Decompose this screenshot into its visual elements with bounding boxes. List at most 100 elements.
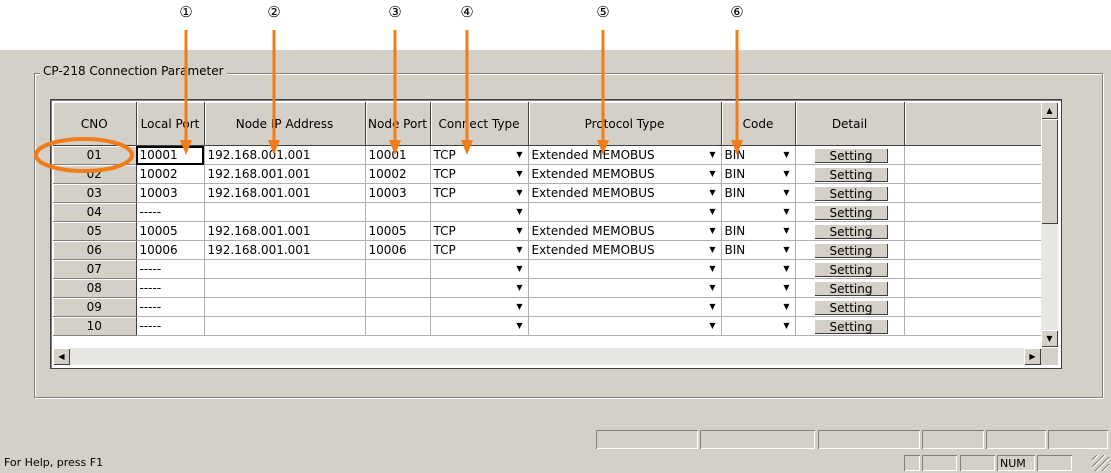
triangle-down-icon[interactable]: ▼ bbox=[513, 242, 527, 257]
node-port-cell[interactable] bbox=[365, 278, 431, 298]
triangle-down-icon[interactable]: ▼ bbox=[780, 318, 794, 333]
protocol-type-select[interactable]: ▼ bbox=[528, 259, 722, 279]
triangle-down-icon[interactable]: ▼ bbox=[513, 261, 527, 276]
triangle-down-icon[interactable]: ▼ bbox=[780, 166, 794, 181]
vertical-scrollbar[interactable]: ▲ ▼ bbox=[1041, 102, 1058, 347]
local-port-cell[interactable]: 10003 bbox=[136, 183, 205, 203]
local-port-cell[interactable]: ----- bbox=[136, 259, 205, 279]
code-select[interactable]: BIN ▼ bbox=[721, 240, 796, 260]
protocol-type-select[interactable]: ▼ bbox=[528, 202, 722, 222]
node-ip-address-cell[interactable] bbox=[204, 259, 366, 279]
protocol-type-select[interactable]: ▼ bbox=[528, 297, 722, 317]
connect-type-select[interactable]: TCP ▼ bbox=[430, 221, 529, 241]
setting-button[interactable]: Setting bbox=[814, 148, 888, 163]
triangle-down-icon[interactable]: ▼ bbox=[706, 242, 720, 257]
triangle-down-icon[interactable]: ▼ bbox=[513, 280, 527, 295]
node-ip-address-cell[interactable] bbox=[204, 297, 366, 317]
protocol-type-select[interactable]: Extended MEMOBUS ▼ bbox=[528, 240, 722, 260]
arrow-left-icon[interactable]: ◀ bbox=[53, 348, 70, 365]
setting-button[interactable]: Setting bbox=[814, 205, 888, 220]
node-port-cell[interactable]: 10006 bbox=[365, 240, 431, 260]
node-ip-address-cell[interactable]: 192.168.001.001 bbox=[204, 221, 366, 241]
triangle-down-icon[interactable]: ▼ bbox=[513, 204, 527, 219]
triangle-down-icon[interactable]: ▼ bbox=[780, 147, 794, 162]
code-select[interactable]: ▼ bbox=[721, 259, 796, 279]
triangle-down-icon[interactable]: ▼ bbox=[706, 147, 720, 162]
protocol-type-select[interactable]: ▼ bbox=[528, 316, 722, 336]
code-select[interactable]: ▼ bbox=[721, 297, 796, 317]
protocol-type-select[interactable]: Extended MEMOBUS ▼ bbox=[528, 164, 722, 184]
triangle-down-icon[interactable]: ▼ bbox=[706, 280, 720, 295]
local-port-cell[interactable]: 10001 bbox=[136, 145, 205, 165]
vertical-scroll-thumb[interactable] bbox=[1041, 119, 1058, 224]
node-ip-address-cell[interactable]: 192.168.001.001 bbox=[204, 240, 366, 260]
setting-button[interactable]: Setting bbox=[814, 319, 888, 334]
local-port-cell[interactable]: 10005 bbox=[136, 221, 205, 241]
triangle-down-icon[interactable]: ▼ bbox=[513, 318, 527, 333]
triangle-down-icon[interactable]: ▼ bbox=[706, 261, 720, 276]
triangle-down-icon[interactable]: ▼ bbox=[706, 185, 720, 200]
connect-type-select[interactable]: ▼ bbox=[430, 297, 529, 317]
triangle-down-icon[interactable]: ▼ bbox=[780, 185, 794, 200]
code-select[interactable]: BIN ▼ bbox=[721, 183, 796, 203]
node-ip-address-cell[interactable]: 192.168.001.001 bbox=[204, 145, 366, 165]
triangle-down-icon[interactable]: ▼ bbox=[513, 166, 527, 181]
local-port-cell[interactable]: 10006 bbox=[136, 240, 205, 260]
local-port-cell[interactable]: ----- bbox=[136, 202, 205, 222]
triangle-down-icon[interactable]: ▼ bbox=[706, 204, 720, 219]
connect-type-select[interactable]: TCP ▼ bbox=[430, 183, 529, 203]
triangle-down-icon[interactable]: ▼ bbox=[780, 299, 794, 314]
node-port-cell[interactable] bbox=[365, 297, 431, 317]
triangle-down-icon[interactable]: ▼ bbox=[513, 299, 527, 314]
node-port-cell[interactable] bbox=[365, 202, 431, 222]
setting-button[interactable]: Setting bbox=[814, 186, 888, 201]
connect-type-select[interactable]: ▼ bbox=[430, 278, 529, 298]
local-port-cell[interactable]: 10002 bbox=[136, 164, 205, 184]
triangle-down-icon[interactable]: ▼ bbox=[780, 223, 794, 238]
connect-type-select[interactable]: ▼ bbox=[430, 202, 529, 222]
local-port-cell[interactable]: ----- bbox=[136, 297, 205, 317]
triangle-down-icon[interactable]: ▼ bbox=[780, 261, 794, 276]
node-ip-address-cell[interactable]: 192.168.001.001 bbox=[204, 164, 366, 184]
connect-type-select[interactable]: TCP ▼ bbox=[430, 164, 529, 184]
connect-type-select[interactable]: TCP ▼ bbox=[430, 145, 529, 165]
node-port-cell[interactable] bbox=[365, 316, 431, 336]
node-port-cell[interactable] bbox=[365, 259, 431, 279]
node-port-cell[interactable]: 10003 bbox=[365, 183, 431, 203]
protocol-type-select[interactable]: ▼ bbox=[528, 278, 722, 298]
local-port-cell[interactable]: ----- bbox=[136, 316, 205, 336]
connect-type-select[interactable]: ▼ bbox=[430, 259, 529, 279]
setting-button[interactable]: Setting bbox=[814, 262, 888, 277]
protocol-type-select[interactable]: Extended MEMOBUS ▼ bbox=[528, 183, 722, 203]
node-port-cell[interactable]: 10001 bbox=[365, 145, 431, 165]
triangle-down-icon[interactable]: ▼ bbox=[513, 147, 527, 162]
code-select[interactable]: BIN ▼ bbox=[721, 145, 796, 165]
triangle-down-icon[interactable]: ▼ bbox=[706, 299, 720, 314]
protocol-type-select[interactable]: Extended MEMOBUS ▼ bbox=[528, 221, 722, 241]
node-ip-address-cell[interactable] bbox=[204, 278, 366, 298]
horizontal-scrollbar[interactable]: ◀ ▶ bbox=[53, 348, 1041, 365]
triangle-down-icon[interactable]: ▼ bbox=[780, 280, 794, 295]
code-select[interactable]: BIN ▼ bbox=[721, 164, 796, 184]
connect-type-select[interactable]: TCP ▼ bbox=[430, 240, 529, 260]
node-ip-address-cell[interactable] bbox=[204, 202, 366, 222]
resize-grip-icon[interactable] bbox=[1092, 455, 1109, 471]
setting-button[interactable]: Setting bbox=[814, 281, 888, 296]
triangle-down-icon[interactable]: ▼ bbox=[513, 185, 527, 200]
triangle-down-icon[interactable]: ▼ bbox=[780, 204, 794, 219]
code-select[interactable]: ▼ bbox=[721, 278, 796, 298]
triangle-down-icon[interactable]: ▼ bbox=[780, 242, 794, 257]
node-ip-address-cell[interactable] bbox=[204, 316, 366, 336]
local-port-cell[interactable]: ----- bbox=[136, 278, 205, 298]
triangle-down-icon[interactable]: ▼ bbox=[706, 166, 720, 181]
connect-type-select[interactable]: ▼ bbox=[430, 316, 529, 336]
code-select[interactable]: ▼ bbox=[721, 202, 796, 222]
code-select[interactable]: ▼ bbox=[721, 316, 796, 336]
node-port-cell[interactable]: 10005 bbox=[365, 221, 431, 241]
setting-button[interactable]: Setting bbox=[814, 300, 888, 315]
node-port-cell[interactable]: 10002 bbox=[365, 164, 431, 184]
protocol-type-select[interactable]: Extended MEMOBUS ▼ bbox=[528, 145, 722, 165]
setting-button[interactable]: Setting bbox=[814, 243, 888, 258]
triangle-down-icon[interactable]: ▼ bbox=[706, 318, 720, 333]
arrow-right-icon[interactable]: ▶ bbox=[1024, 348, 1041, 365]
